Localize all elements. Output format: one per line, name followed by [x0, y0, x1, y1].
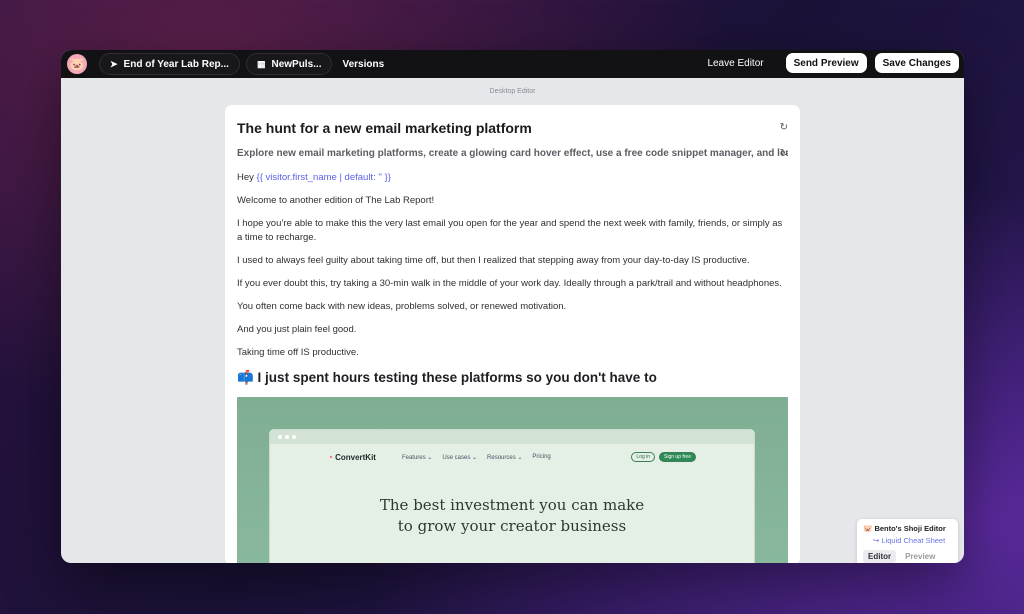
shoji-editor-panel: 🐷 Bento's Shoji Editor ↪ Liquid Cheat Sh…: [857, 519, 958, 563]
tab-editor[interactable]: Editor: [863, 550, 897, 563]
topbar-actions: Leave Editor Send Preview Save Changes: [707, 53, 959, 73]
preview-text-field[interactable]: Explore new email marketing platforms, c…: [237, 148, 788, 159]
tab-email[interactable]: ➤ End of Year Lab Rep...: [99, 53, 240, 75]
email-title: The hunt for a new email marketing platf…: [237, 120, 532, 136]
tab-email-label: End of Year Lab Rep...: [123, 58, 229, 70]
panel-title: 🐷 Bento's Shoji Editor: [863, 524, 946, 533]
site-auth: Log in Sign up free: [627, 452, 696, 462]
brand-name: ConvertKit: [335, 452, 376, 462]
site-headline: The best investment you can make to grow…: [270, 495, 754, 537]
section-heading[interactable]: 📫 I just spent hours testing these platf…: [237, 370, 788, 386]
site-nav-item: Resources ⌄: [487, 454, 523, 461]
site-nav: ◔ ConvertKit Features ⌄ Use cases ⌄ Reso…: [270, 444, 754, 462]
save-changes-button[interactable]: Save Changes: [874, 53, 959, 73]
editor-window: 🐷 ➤ End of Year Lab Rep... ▦ NewPuls... …: [61, 50, 964, 563]
headline-line: The best investment you can make: [379, 496, 645, 514]
newsletter-icon: ▦: [256, 58, 266, 69]
window-dot-icon: [292, 435, 296, 439]
browser-bar: [270, 430, 754, 444]
body-paragraph[interactable]: If you ever doubt this, try taking a 30-…: [237, 277, 788, 291]
site-nav-item: Features ⌄: [401, 454, 433, 461]
site-signup: Sign up free: [659, 452, 696, 462]
leave-editor-button[interactable]: Leave Editor: [707, 58, 763, 69]
site-login: Log in: [631, 452, 656, 462]
body-paragraph[interactable]: Welcome to another edition of The Lab Re…: [237, 194, 788, 208]
body-paragraph[interactable]: I used to always feel guilty about takin…: [237, 254, 788, 268]
headline-line: to grow your creator business: [397, 517, 627, 535]
body-paragraph[interactable]: And you just plain feel good.: [237, 323, 788, 337]
greeting-prefix: Hey: [237, 172, 257, 183]
paper-plane-icon: ➤: [110, 58, 118, 69]
panel-tabs: Editor Preview: [863, 550, 952, 563]
versions-link[interactable]: Versions: [342, 59, 384, 70]
top-bar: 🐷 ➤ End of Year Lab Rep... ▦ NewPuls... …: [61, 50, 964, 78]
preview-text: Explore new email marketing platforms, c…: [237, 148, 788, 159]
window-dot-icon: [278, 435, 282, 439]
site-nav-item: Pricing: [532, 454, 551, 460]
liquid-tag: {{ visitor.first_name | default: '' }}: [256, 172, 391, 183]
send-preview-button[interactable]: Send Preview: [785, 53, 867, 73]
window-dot-icon: [285, 435, 289, 439]
body-paragraph[interactable]: I hope you’re able to make this the very…: [237, 217, 788, 245]
panel-title-text: Bento's Shoji Editor: [874, 524, 946, 533]
email-card: The hunt for a new email marketing platf…: [225, 105, 800, 563]
convertkit-logo: ◔ ConvertKit: [328, 452, 376, 462]
body-paragraph[interactable]: You often come back with new ideas, prob…: [237, 300, 788, 314]
panel-link-text: Liquid Cheat Sheet: [881, 536, 946, 545]
liquid-cheat-sheet-link[interactable]: ↪ Liquid Cheat Sheet: [863, 536, 952, 545]
pig-logo-icon[interactable]: 🐷: [67, 54, 87, 74]
tab-newsletter[interactable]: ▦ NewPuls...: [245, 53, 333, 75]
hero-image[interactable]: ◔ ConvertKit Features ⌄ Use cases ⌄ Reso…: [237, 397, 788, 563]
regenerate-title-icon[interactable]: ↻: [780, 122, 788, 133]
email-title-field[interactable]: The hunt for a new email marketing platf…: [237, 120, 788, 136]
greeting-paragraph[interactable]: Hey {{ visitor.first_name | default: '' …: [237, 171, 788, 185]
canvas-mode-label: Desktop Editor: [489, 88, 536, 95]
tab-newsletter-label: NewPuls...: [271, 58, 322, 70]
editor-canvas: Desktop Editor The hunt for a new email …: [61, 78, 964, 563]
tab-preview[interactable]: Preview: [900, 550, 940, 563]
regenerate-preview-icon[interactable]: ↻: [780, 148, 788, 159]
browser-mockup: ◔ ConvertKit Features ⌄ Use cases ⌄ Reso…: [269, 429, 755, 563]
body-paragraph[interactable]: Taking time off IS productive.: [237, 346, 788, 360]
site-nav-item: Use cases ⌄: [442, 454, 478, 461]
